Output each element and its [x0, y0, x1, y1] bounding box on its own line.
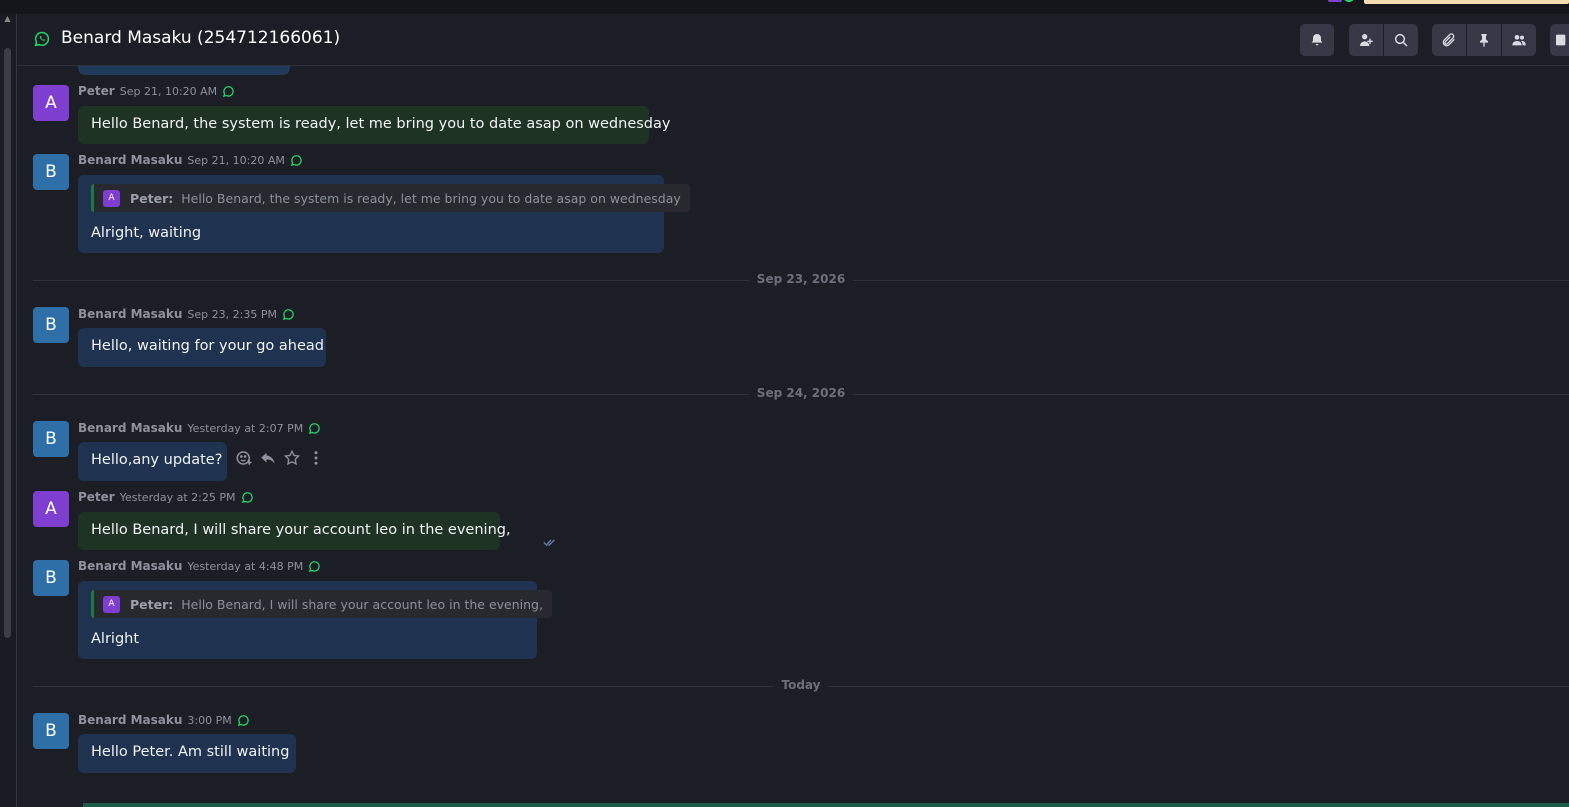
sender-name[interactable]: Benard Masaku	[78, 307, 182, 321]
message-time: Yesterday at 4:48 PM	[187, 559, 304, 573]
message-meta: Benard Masaku Sep 21, 10:20 AM	[78, 153, 303, 167]
date-separator-label: Today	[773, 678, 829, 692]
message-actions	[235, 449, 325, 467]
message-meta: Peter Yesterday at 2:25 PM	[78, 490, 254, 504]
sender-name[interactable]: Benard Masaku	[78, 713, 182, 727]
message-bubble[interactable]: Hello Benard, I will share your account …	[78, 512, 555, 550]
quoted-message[interactable]: A Peter: Hello Benard, the system is rea…	[91, 184, 690, 212]
bell-icon	[1311, 34, 1323, 46]
avatar[interactable]: B	[33, 713, 69, 749]
message-bubble[interactable]: A Peter: Hello Benard, the system is rea…	[78, 175, 690, 253]
message-text: Hello Benard, I will share your account …	[91, 522, 511, 538]
message-text: Hello Benard, the system is ready, let m…	[91, 116, 671, 132]
top-notice	[1364, 0, 1569, 4]
read-receipt-icon	[543, 539, 555, 547]
reply-icon[interactable]	[259, 449, 277, 467]
date-separator-label: Sep 24, 2026	[748, 386, 854, 400]
whatsapp-icon	[223, 85, 234, 97]
users-icon	[1512, 35, 1526, 46]
message-bubble[interactable]: Hello Benard, the system is ready, let m…	[78, 106, 670, 144]
avatar[interactable]: B	[33, 560, 69, 596]
top-avatar	[1328, 0, 1342, 2]
quote-text: Hello Benard, I will share your account …	[181, 596, 543, 612]
message-time: Yesterday at 2:07 PM	[187, 421, 304, 435]
quote-avatar: A	[103, 189, 120, 207]
chat-header: Benard Masaku (254712166061)	[17, 14, 1569, 66]
quote-sender: Peter:	[130, 596, 174, 612]
message-meta: Benard Masaku 3:00 PM	[78, 713, 250, 727]
add-participant-button[interactable]	[1349, 24, 1383, 56]
chat-title: Benard Masaku (254712166061)	[61, 28, 341, 48]
scroll-up-icon[interactable]: ▲	[3, 14, 12, 24]
message-time: Sep 23, 2:35 PM	[187, 307, 277, 321]
message-text: Hello,any update?	[91, 452, 223, 468]
message-text: Hello Peter. Am still waiting	[91, 744, 290, 760]
sender-name[interactable]: Benard Masaku	[78, 153, 182, 167]
date-separator: Sep 23, 2026	[33, 272, 1569, 286]
avatar[interactable]: A	[33, 491, 69, 527]
message-time: Sep 21, 10:20 AM	[187, 153, 285, 167]
more-vertical-icon[interactable]	[307, 449, 325, 467]
message-meta: Benard Masaku Yesterday at 4:48 PM	[78, 559, 321, 573]
avatar[interactable]: B	[33, 307, 69, 343]
search-icon	[1394, 33, 1408, 47]
whatsapp-icon	[282, 308, 294, 320]
message-time: 3:00 PM	[187, 713, 232, 727]
quote-text: Hello Benard, the system is ready, let m…	[181, 190, 681, 206]
message-meta: Benard Masaku Sep 23, 2:35 PM	[78, 307, 295, 321]
pin-icon	[1480, 34, 1488, 47]
panel-icon	[1555, 34, 1565, 46]
star-icon[interactable]	[283, 449, 301, 467]
message-meta: Benard Masaku Yesterday at 2:07 PM	[78, 421, 321, 435]
online-indicator	[1344, 0, 1354, 2]
message-text: Alright, waiting	[91, 225, 202, 241]
pinned-button[interactable]	[1467, 24, 1501, 56]
message-time: Sep 21, 10:20 AM	[119, 84, 218, 98]
sender-name[interactable]: Benard Masaku	[78, 421, 182, 435]
avatar[interactable]: B	[33, 421, 69, 457]
previous-message-bubble	[78, 66, 290, 75]
message-bubble[interactable]: Hello, waiting for your go ahead	[78, 328, 326, 367]
date-separator-label: Sep 23, 2026	[748, 272, 854, 286]
whatsapp-icon	[309, 422, 320, 434]
side-panel-button[interactable]	[1550, 24, 1569, 56]
search-button[interactable]	[1384, 24, 1418, 56]
add-reaction-icon[interactable]	[235, 449, 253, 467]
sender-name[interactable]: Peter	[78, 490, 115, 504]
message-bubble[interactable]: Hello Peter. Am still waiting	[78, 734, 296, 773]
sender-name[interactable]: Benard Masaku	[78, 559, 182, 573]
members-button[interactable]	[1502, 24, 1536, 56]
whatsapp-icon	[290, 154, 302, 166]
scrollbar[interactable]: ▲	[0, 14, 17, 807]
top-strip	[0, 0, 1569, 15]
quoted-message[interactable]: A Peter: Hello Benard, I will share your…	[91, 590, 552, 618]
whatsapp-icon	[34, 31, 50, 47]
whatsapp-icon	[241, 491, 253, 503]
quote-avatar: A	[103, 595, 120, 613]
message-text: Hello, waiting for your go ahead	[91, 338, 324, 354]
message-bubble[interactable]: Hello,any update?	[78, 442, 227, 481]
sender-name[interactable]: Peter	[78, 84, 115, 98]
composer-edge	[83, 803, 1569, 807]
date-separator: Today	[33, 678, 1569, 692]
avatar[interactable]: B	[33, 154, 69, 190]
message-list[interactable]: A Peter Sep 21, 10:20 AM Hello Benard, t…	[17, 66, 1569, 807]
notifications-button[interactable]	[1300, 24, 1334, 56]
paperclip-icon	[1442, 33, 1455, 47]
add-user-icon	[1360, 34, 1373, 46]
whatsapp-icon	[237, 714, 249, 726]
message-time: Yesterday at 2:25 PM	[119, 490, 236, 504]
message-text: Alright	[91, 631, 140, 647]
date-separator: Sep 24, 2026	[33, 386, 1569, 400]
avatar[interactable]: A	[33, 85, 69, 121]
attachments-button[interactable]	[1432, 24, 1466, 56]
message-meta: Peter Sep 21, 10:20 AM	[78, 84, 235, 98]
quote-sender: Peter:	[130, 190, 174, 206]
scrollbar-thumb[interactable]	[4, 48, 11, 638]
whatsapp-icon	[309, 560, 320, 572]
message-bubble[interactable]: A Peter: Hello Benard, I will share your…	[78, 581, 552, 659]
